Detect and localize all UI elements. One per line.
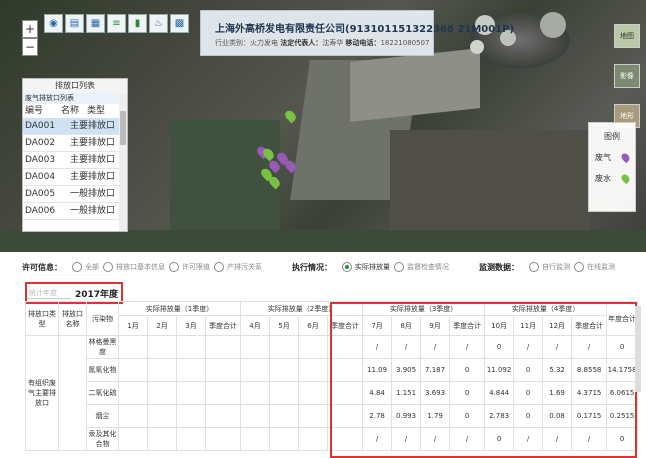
col-quarter-sum: 季度合计 <box>571 315 608 336</box>
grid-icon[interactable]: ▩ <box>170 14 189 33</box>
radio-all[interactable] <box>72 262 82 272</box>
scroll-thumb[interactable] <box>120 111 126 145</box>
map-legend: 图例 废气 废水 <box>588 122 636 212</box>
outlet-row[interactable]: DA002 主要排放口 <box>23 135 127 152</box>
outlet-rows: DA001 主要排放口 DA002 主要排放口 DA003 主要排放口 DA004 主要… <box>23 118 127 231</box>
legend-title: 图例 <box>604 132 620 141</box>
year-value: 2017年度 <box>75 289 119 300</box>
filter-bar: 许可信息： 全部 排放口基本信息 许可限值 产排污关系 执行情况： 实际排放量 … <box>22 262 615 272</box>
col-month: 9月 <box>420 315 451 336</box>
outlet-list-panel: 排放口列表 废气排放口列表 编号 名称 类型 DA001 主要排放口 DA002 主… <box>22 78 128 232</box>
col-month: 4月 <box>240 315 271 336</box>
outlet-group-cell: 有组织废气主要排放口 <box>25 335 59 451</box>
legend-item-gas: 废气 <box>589 151 635 164</box>
purple-pin-icon <box>619 151 632 164</box>
outlet-row[interactable]: DA006 一般排放口 <box>23 203 127 220</box>
table-row: 有组织废气主要排放口 林格曼黑度 / / // 0/// 0 <box>25 335 639 451</box>
outlet-table-header: 编号 名称 类型 <box>25 106 106 116</box>
col-month: 10月 <box>484 315 515 336</box>
outlet-scrollbar[interactable] <box>119 93 127 231</box>
green-pin-icon <box>619 172 632 185</box>
table-row: 汞及其化合物 / / // 0/// 0 <box>26 427 639 451</box>
col-outlet-type: 排放口类型 <box>25 301 59 336</box>
flask-icon[interactable]: ♨ <box>149 14 168 33</box>
zoom-controls: + − <box>22 20 38 56</box>
col-month: 6月 <box>298 315 329 336</box>
industry-value: 火力发电 <box>250 39 278 47</box>
col-q2: 实际排放量（2季度） <box>240 301 364 316</box>
radio-online-monitor[interactable] <box>574 262 584 272</box>
outlet-row[interactable]: DA003 主要排放口 <box>23 152 127 169</box>
radio-permit-limit[interactable] <box>169 262 179 272</box>
col-month: 2月 <box>147 315 177 336</box>
col-quarter-sum: 季度合计 <box>204 315 242 336</box>
emission-table: 排放口类型 排放口名称 污染物 实际排放量（1季度） 实际排放量（2季度） 实际… <box>25 301 639 451</box>
globe-icon[interactable]: ◉ <box>44 14 63 33</box>
radio-inspection[interactable] <box>394 262 404 272</box>
col-month: 3月 <box>176 315 206 336</box>
phone-value: 18221080507 <box>380 39 430 47</box>
building-icon[interactable]: ▤ <box>65 14 84 33</box>
col-month: 7月 <box>362 315 393 336</box>
company-info-box: 上海外高桥发电有限责任公司(913101151322366 21M001P) 行… <box>200 10 514 56</box>
year-input[interactable]: 统计年度 <box>27 288 71 299</box>
table-row: 二氧化硫 4.84 1.151 3.693 0 4.844 0 1.69 4.3715 6.… <box>26 381 639 405</box>
col-month: 8月 <box>391 315 422 336</box>
col-month: 1月 <box>118 315 148 336</box>
satellite-layer-button[interactable]: 影像 <box>614 64 640 88</box>
outlet-row[interactable]: DA004 主要排放口 <box>23 169 127 186</box>
table-scrollbar[interactable] <box>635 306 641 392</box>
col-outlet-name: 排放口名称 <box>58 301 87 336</box>
legend-item-water: 废水 <box>589 172 635 185</box>
company-meta: 行业类别：火力发电 法定代表人：沈寿华 移动电话：18221080507 <box>215 39 430 47</box>
col-quarter-sum: 季度合计 <box>327 315 364 336</box>
outlet-panel-subtitle: 废气排放口列表 <box>23 93 127 104</box>
outlet-panel-title: 排放口列表 <box>23 79 127 93</box>
radio-outlet-info[interactable] <box>103 262 113 272</box>
exec-label: 执行情况： <box>292 262 332 272</box>
map-layer-button[interactable]: 地图 <box>614 24 640 48</box>
col-q1: 实际排放量（1季度） <box>117 301 242 316</box>
zoom-in-button[interactable]: + <box>22 20 38 38</box>
col-pollutant: 污染物 <box>86 301 119 336</box>
col-q4: 实际排放量（4季度） <box>484 301 608 316</box>
monitor-label: 监测数据： <box>479 262 519 272</box>
col-q3: 实际排放量（3季度） <box>362 301 486 316</box>
map-view[interactable]: + − ◉ ▤ ▦ ≡ ▮ ♨ ▩ 上海外高桥发电有限责任公司(91310115… <box>0 0 646 252</box>
outlet-row[interactable]: DA001 主要排放口 <box>23 118 127 135</box>
map-toolbar: ◉ ▤ ▦ ≡ ▮ ♨ ▩ <box>44 14 189 33</box>
col-month: 11月 <box>513 315 544 336</box>
col-annual-total: 年度合计 <box>606 301 639 336</box>
radio-pollution-relation[interactable] <box>214 262 224 272</box>
table-icon[interactable]: ▦ <box>86 14 105 33</box>
chart-icon[interactable]: ▮ <box>128 14 147 33</box>
waste-water-marker[interactable] <box>283 108 298 124</box>
radio-actual-emission[interactable] <box>342 262 352 272</box>
table-row: 氮氧化物 11.09 3.905 7.187 0 11.092 0 5.32 8.8558 … <box>26 358 639 382</box>
col-quarter-sum: 季度合计 <box>449 315 486 336</box>
list-icon[interactable]: ≡ <box>107 14 126 33</box>
outlet-row[interactable]: DA005 一般排放口 <box>23 186 127 203</box>
company-title: 上海外高桥发电有限责任公司(913101151322366 21M001P) <box>215 24 515 35</box>
zoom-out-button[interactable]: − <box>22 38 38 56</box>
radio-self-monitor[interactable] <box>529 262 539 272</box>
table-row: 烟尘 2.78 0.993 1.79 0 2.783 0 0.08 0.1715 0.251… <box>26 404 639 428</box>
col-month: 5月 <box>269 315 300 336</box>
permit-label: 许可信息： <box>22 262 62 272</box>
col-month: 12月 <box>542 315 573 336</box>
legal-value: 沈寿华 <box>322 39 344 47</box>
